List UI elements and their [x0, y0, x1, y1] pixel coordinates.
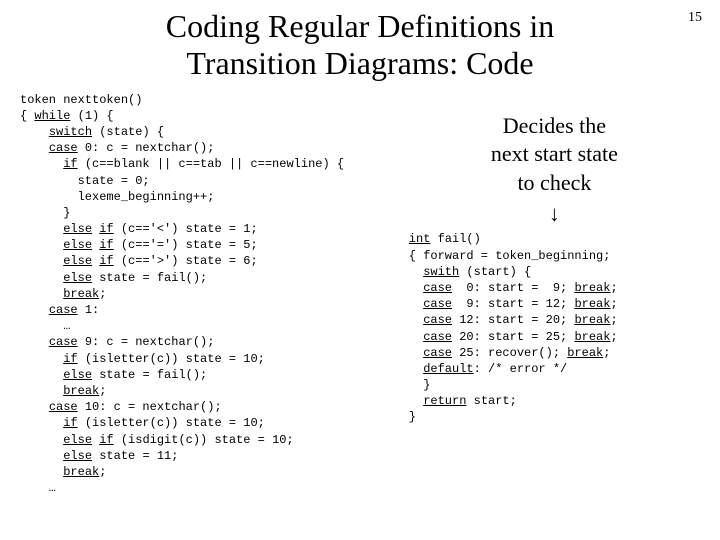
note-line-3: to check — [517, 170, 591, 195]
slide-title: Coding Regular Definitions in Transition… — [20, 8, 700, 82]
right-column: Decides the next start state to check ↓ … — [401, 92, 700, 426]
page-number: 15 — [688, 10, 702, 26]
title-line-2: Transition Diagrams: Code — [186, 45, 533, 81]
code-left: token nexttoken() { while (1) { switch (… — [20, 92, 401, 497]
title-line-1: Coding Regular Definitions in — [166, 8, 554, 44]
note-line-1: Decides the — [503, 113, 606, 138]
annotation-note: Decides the next start state to check — [409, 112, 700, 198]
code-right: int fail() { forward = token_beginning; … — [409, 231, 700, 425]
note-line-2: next start state — [491, 141, 618, 166]
content-area: token nexttoken() { while (1) { switch (… — [20, 92, 700, 497]
arrow-down-icon: ↓ — [409, 203, 700, 225]
